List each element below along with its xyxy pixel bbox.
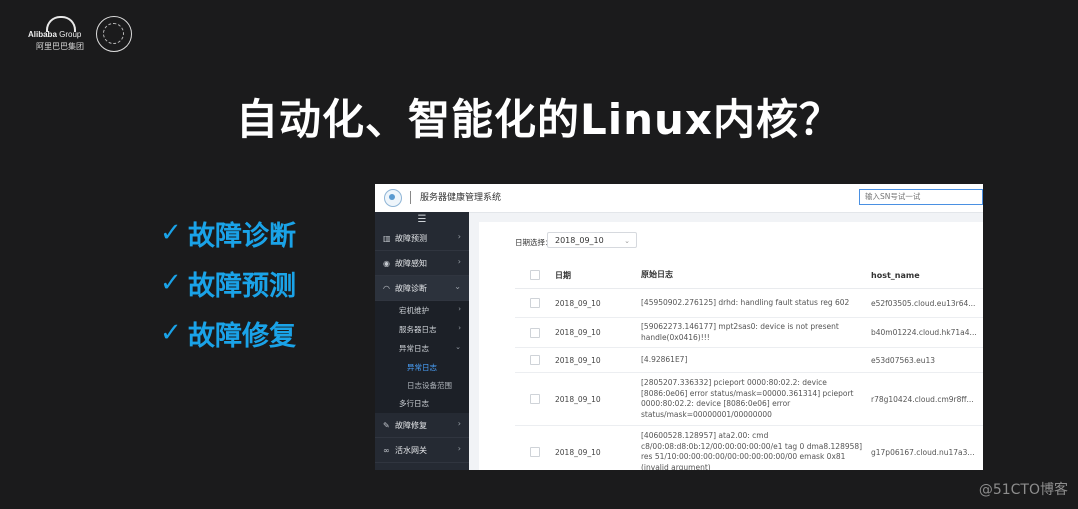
cell-log: [40600528.128957] ata2.00: cmd c8/00:08:…	[641, 431, 863, 470]
table-row[interactable]: 2018_09_10 [59062273.146177] mpt2sas0: d…	[515, 318, 983, 348]
feature-item: ✓ 故障诊断	[160, 208, 296, 258]
leaf-item-log-device-range[interactable]: 日志设备范围	[375, 376, 469, 394]
sidebar-item-fault-perception[interactable]: ◉ 故障感知 ›	[375, 251, 469, 276]
app-header: 服务器健康管理系统	[375, 184, 983, 213]
chevron-right-icon: ›	[457, 232, 461, 241]
column-header-date[interactable]: 日期	[555, 270, 641, 281]
cell-date: 2018_09_10	[555, 328, 601, 337]
sidebar-item-fault-diagnosis[interactable]: ◠ 故障诊断 ⌄	[375, 276, 469, 301]
cell-host: e52f03505.cloud.eu13r64...	[871, 298, 976, 308]
submenu-item-server-log[interactable]: 服务器日志 ›	[375, 320, 469, 339]
table-row[interactable]: 2018_09_10 [4.92861E7] e53d07563.eu13	[515, 348, 983, 373]
chevron-right-icon: ›	[457, 419, 461, 428]
sidebar-item-label: 故障感知	[395, 258, 427, 268]
diagnosis-submenu: 宕机维护 › 服务器日志 › 异常日志 ⌄ 异常日志 日志设备范围 多行日志	[375, 301, 469, 413]
cell-date: 2018_09_10	[555, 298, 601, 308]
submenu-item-multiline-log[interactable]: 多行日志	[375, 394, 469, 413]
chevron-right-icon: ›	[457, 257, 461, 266]
column-header-log[interactable]: 原始日志	[641, 267, 871, 284]
link-icon: ∞	[383, 445, 390, 455]
cell-date: 2018_09_10	[555, 355, 601, 365]
table-header: 日期 原始日志 host_name	[515, 262, 983, 289]
check-icon: ✓	[160, 318, 182, 348]
row-checkbox[interactable]	[530, 327, 540, 338]
feature-item: ✓ 故障预测	[160, 258, 296, 308]
column-header-host[interactable]: host_name	[871, 271, 983, 280]
log-table: 日期 原始日志 host_name 2018_09_10 [45950902.2…	[515, 262, 983, 470]
row-checkbox[interactable]	[530, 355, 540, 365]
cell-host: e53d07563.eu13	[871, 355, 936, 365]
row-checkbox[interactable]	[530, 394, 540, 404]
cell-log: [45950902.276125] drhd: handling fault s…	[641, 297, 850, 307]
alibaba-name: Alibaba	[28, 30, 57, 39]
cell-log: [59062273.146177] mpt2sas0: device is no…	[641, 322, 839, 342]
sidebar-item-fault-repair[interactable]: ✎ 故障修复 ›	[375, 413, 469, 438]
feature-label: 故障修复	[188, 320, 296, 352]
cell-host: g17p06167.cloud.nu17a3...	[871, 447, 975, 457]
cell-host: b40m01224.cloud.hk71a4...	[871, 328, 977, 337]
feature-list: ✓ 故障诊断 ✓ 故障预测 ✓ 故障修复	[160, 208, 296, 358]
chevron-right-icon: ›	[458, 324, 461, 332]
slide-title: 自动化、智能化的Linux内核？	[235, 95, 843, 144]
sn-search-input[interactable]	[859, 189, 983, 205]
app-window: 服务器健康管理系统 ☰ ▥ 故障预测 › ◉ 故障感知 › ◠ 故障诊断 ⌄ 宕…	[375, 184, 983, 470]
chevron-down-icon: ⌄	[454, 282, 461, 291]
chevron-right-icon: ›	[458, 305, 461, 313]
submenu-label: 服务器日志	[399, 325, 437, 334]
feature-label: 故障预测	[188, 270, 296, 302]
submenu-label: 宕机维护	[399, 306, 429, 315]
cell-date: 2018_09_10	[555, 394, 601, 404]
app-title: 服务器健康管理系统	[420, 193, 502, 203]
cell-log: [2805207.336332] pcieport 0000:80:02.2: …	[641, 378, 854, 419]
check-icon: ✓	[160, 268, 182, 298]
menu-toggle-icon[interactable]: ☰	[375, 212, 469, 226]
submenu-item-abnormal-log[interactable]: 异常日志 ⌄	[375, 339, 469, 358]
cell-log: [4.92861E7]	[641, 354, 688, 364]
watermark: @51CTO博客	[978, 482, 1068, 498]
chevron-right-icon: ›	[457, 444, 461, 453]
feature-label: 故障诊断	[188, 220, 296, 252]
app-logo-icon[interactable]	[384, 189, 402, 207]
submenu-label: 异常日志	[399, 344, 429, 353]
logo-area: Alibaba Group 阿里巴巴集团	[28, 16, 132, 52]
check-icon: ✓	[160, 218, 182, 248]
date-select-value: 2018_09_10	[555, 236, 604, 245]
submenu-item-downtime[interactable]: 宕机维护 ›	[375, 301, 469, 320]
table-row[interactable]: 2018_09_10 [40600528.128957] ata2.00: cm…	[515, 426, 983, 470]
alibaba-logo: Alibaba Group 阿里巴巴集团	[28, 16, 88, 52]
leaf-item-abnormal-log[interactable]: 异常日志	[375, 358, 469, 376]
eye-icon: ◉	[383, 258, 390, 268]
date-select[interactable]: 2018_09_10 ⌄	[547, 232, 637, 248]
wrench-icon: ✎	[383, 420, 390, 430]
table-row[interactable]: 2018_09_10 [2805207.336332] pcieport 000…	[515, 373, 983, 426]
sidebar: ☰ ▥ 故障预测 › ◉ 故障感知 › ◠ 故障诊断 ⌄ 宕机维护 › 服务器日…	[375, 212, 469, 470]
sidebar-item-label: 故障预测	[395, 233, 427, 243]
alibaba-cn-name: 阿里巴巴集团	[36, 42, 84, 51]
content-panel: 日期选择： 2018_09_10 ⌄ 日期 原始日志 host_name 201…	[479, 222, 983, 470]
chevron-down-icon: ⌄	[624, 237, 630, 245]
sidebar-item-label: 活水网关	[395, 445, 427, 455]
chart-icon: ▥	[383, 233, 391, 243]
select-all-checkbox[interactable]	[530, 270, 540, 280]
university-seal-icon	[96, 16, 132, 52]
cell-host: r78g10424.cloud.cm9r8ff...	[871, 394, 974, 404]
alibaba-group: Group	[56, 30, 82, 39]
sidebar-item-label: 故障修复	[395, 420, 427, 430]
sidebar-item-water-gateway[interactable]: ∞ 活水网关 ›	[375, 438, 469, 463]
table-row[interactable]: 2018_09_10 [45950902.276125] drhd: handl…	[515, 289, 983, 318]
chevron-down-icon: ⌄	[455, 343, 461, 351]
headset-icon: ◠	[383, 283, 390, 293]
row-checkbox[interactable]	[530, 447, 540, 457]
sidebar-item-fault-prediction[interactable]: ▥ 故障预测 ›	[375, 226, 469, 251]
header-divider	[410, 191, 411, 204]
cell-date: 2018_09_10	[555, 447, 601, 457]
row-checkbox[interactable]	[530, 298, 540, 308]
feature-item: ✓ 故障修复	[160, 308, 296, 358]
sidebar-item-label: 故障诊断	[395, 283, 427, 293]
